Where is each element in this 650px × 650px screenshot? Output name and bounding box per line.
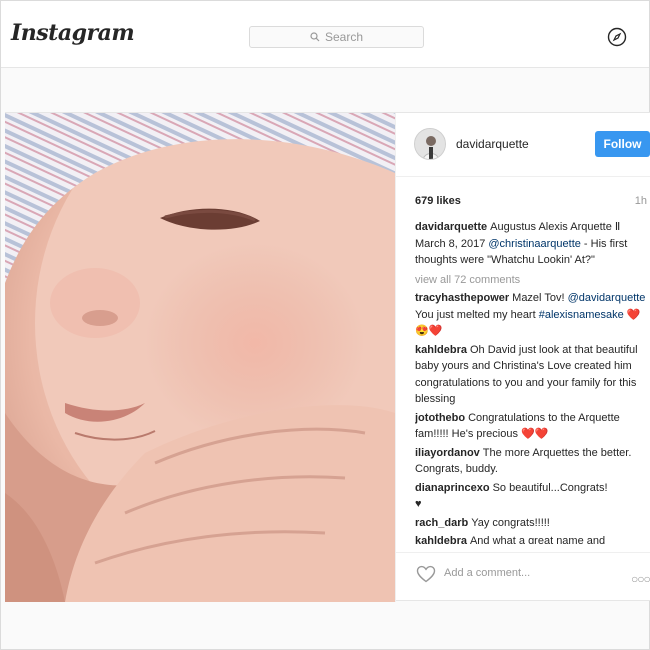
comment-text: Yay congrats!!!!! — [471, 516, 550, 529]
comment-username[interactable]: iliayordanov — [415, 447, 480, 459]
author-username[interactable]: davidarquette — [456, 137, 529, 151]
compass-icon[interactable] — [607, 27, 627, 47]
comment-hashtag[interactable]: #alexisnamesake — [539, 309, 624, 321]
post-card: davidarquette Follow 679 likes 1h davida… — [5, 112, 650, 602]
comment-username[interactable]: kahldebra — [415, 344, 467, 356]
avatar[interactable] — [414, 128, 446, 160]
post-time: 1h — [634, 195, 647, 207]
caption-mention[interactable]: @christinaarquette — [488, 238, 581, 250]
comment: kahldebra And what a great name and — [415, 533, 647, 544]
comment-text: And what a great name and — [469, 535, 606, 544]
post-sidebar: davidarquette Follow 679 likes 1h davida… — [395, 113, 650, 602]
comment-text: So beautiful...Congrats! — [492, 481, 608, 494]
post-header: davidarquette Follow — [396, 113, 650, 177]
comment-username[interactable]: rach_darb — [415, 517, 468, 529]
comment-mention[interactable]: @davidarquette — [568, 292, 646, 304]
post-photo[interactable] — [5, 113, 395, 602]
heart-outline-icon[interactable] — [416, 565, 436, 583]
comment-username[interactable]: tracyhasthepower — [415, 292, 509, 304]
comment: tracyhasthepower Mazel Tov! @davidarquett… — [415, 290, 647, 340]
comment: dianaprincexo So beautiful...Congrats! ♥ — [415, 480, 647, 513]
comment: iliayordanov The more Arquettes the bette… — [415, 445, 647, 478]
likes-count[interactable]: 679 likes — [415, 195, 461, 207]
comment: jotothebo Congratulations to the Arquette… — [415, 410, 647, 443]
comment-username[interactable]: dianaprincexo — [415, 482, 490, 494]
comment: rach_darb Yay congrats!!!!! — [415, 515, 647, 532]
comment-username[interactable]: kahldebra — [415, 535, 467, 544]
comment-emoji: ❤️❤️ — [517, 428, 549, 440]
comment-text: You just melted my heart — [415, 308, 539, 321]
comment: kahldebra Oh David just look at that beau… — [415, 342, 647, 408]
search-box[interactable]: Search — [249, 26, 424, 48]
top-navigation-bar: Instagram Search — [1, 1, 649, 68]
page: Instagram Search davidarquette Follow 67… — [0, 0, 650, 650]
user-avatar-icon — [415, 129, 445, 159]
caption: davidarquette Augustus Alexis Arquette Ⅱ … — [415, 219, 647, 269]
instagram-logo[interactable]: Instagram — [11, 20, 135, 46]
follow-button[interactable]: Follow — [595, 131, 650, 157]
add-comment-input[interactable]: Add a comment... — [444, 567, 530, 579]
comments-list: davidarquette Augustus Alexis Arquette Ⅱ … — [415, 219, 647, 544]
more-options-icon[interactable]: ○○○ — [631, 572, 650, 586]
search-placeholder: Search — [324, 30, 364, 44]
caption-username[interactable]: davidarquette — [415, 221, 487, 233]
comment-username[interactable]: jotothebo — [415, 412, 465, 424]
view-all-comments-link[interactable]: view all 72 comments — [415, 272, 647, 289]
newborn-baby-photo — [5, 113, 395, 602]
search-icon — [310, 32, 320, 42]
comment-text: Mazel Tov! — [512, 292, 565, 304]
post-footer: Add a comment... ○○○ — [396, 552, 650, 602]
comment-emoji: ♥ — [415, 498, 422, 510]
